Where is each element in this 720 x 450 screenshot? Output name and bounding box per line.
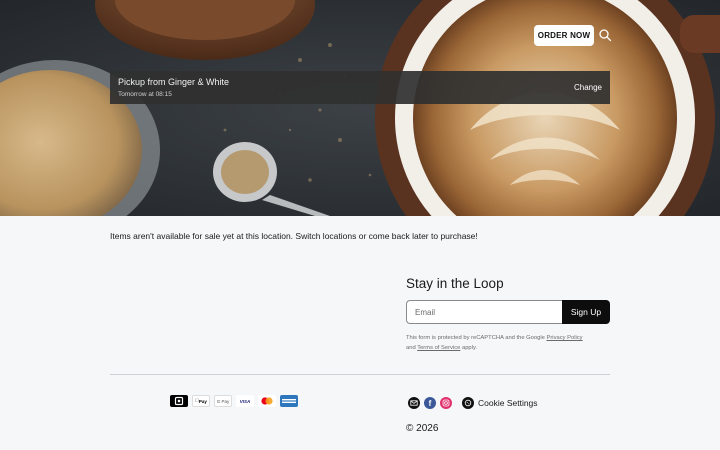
- pickup-time: Tomorrow at 08:15: [118, 91, 172, 98]
- recaptcha-legal-text: This form is protected by reCAPTCHA and …: [406, 333, 616, 353]
- privacy-policy-link[interactable]: Privacy Policy: [547, 335, 583, 341]
- cookie-settings-button[interactable]: Cookie Settings: [462, 397, 538, 409]
- copyright-text: © 2026: [406, 423, 439, 434]
- search-icon[interactable]: [598, 28, 612, 42]
- pickup-location-bar: Pickup from Ginger & White Tomorrow at 0…: [110, 71, 610, 104]
- square-icon: [170, 395, 188, 407]
- change-location-button[interactable]: Change: [574, 83, 602, 92]
- hero-banner: ORDER NOW Pickup from Ginger & White Tom…: [0, 0, 720, 216]
- email-field[interactable]: [406, 300, 563, 324]
- newsletter-title: Stay in the Loop: [406, 276, 504, 291]
- apple-pay-label: Pay: [196, 398, 207, 404]
- sign-up-button[interactable]: Sign Up: [562, 300, 610, 324]
- pickup-location-title: Pickup from Ginger & White: [118, 77, 230, 87]
- email-icon[interactable]: [408, 397, 420, 409]
- visa-icon: VISA: [236, 395, 254, 407]
- apple-pay-icon: Pay: [192, 395, 210, 407]
- legal-prefix: This form is protected by reCAPTCHA and …: [406, 335, 545, 341]
- cookie-icon: [462, 397, 474, 409]
- terms-of-service-link[interactable]: Terms of Service: [417, 345, 460, 351]
- order-now-button[interactable]: ORDER NOW: [534, 25, 594, 46]
- mastercard-icon: [258, 395, 276, 407]
- legal-suffix: apply.: [461, 345, 478, 351]
- google-pay-icon: G Pay: [214, 395, 232, 407]
- cookie-settings-label: Cookie Settings: [478, 398, 538, 408]
- payment-methods: Pay G Pay VISA: [170, 395, 298, 407]
- social-links: f: [408, 397, 452, 409]
- legal-and: and: [406, 345, 416, 351]
- footer-divider: [110, 374, 610, 375]
- instagram-icon[interactable]: [440, 397, 452, 409]
- coffee-hero-image: [0, 0, 720, 216]
- facebook-icon[interactable]: f: [424, 397, 436, 409]
- availability-notice: Items aren't available for sale yet at t…: [110, 231, 478, 241]
- amex-icon: [280, 395, 298, 407]
